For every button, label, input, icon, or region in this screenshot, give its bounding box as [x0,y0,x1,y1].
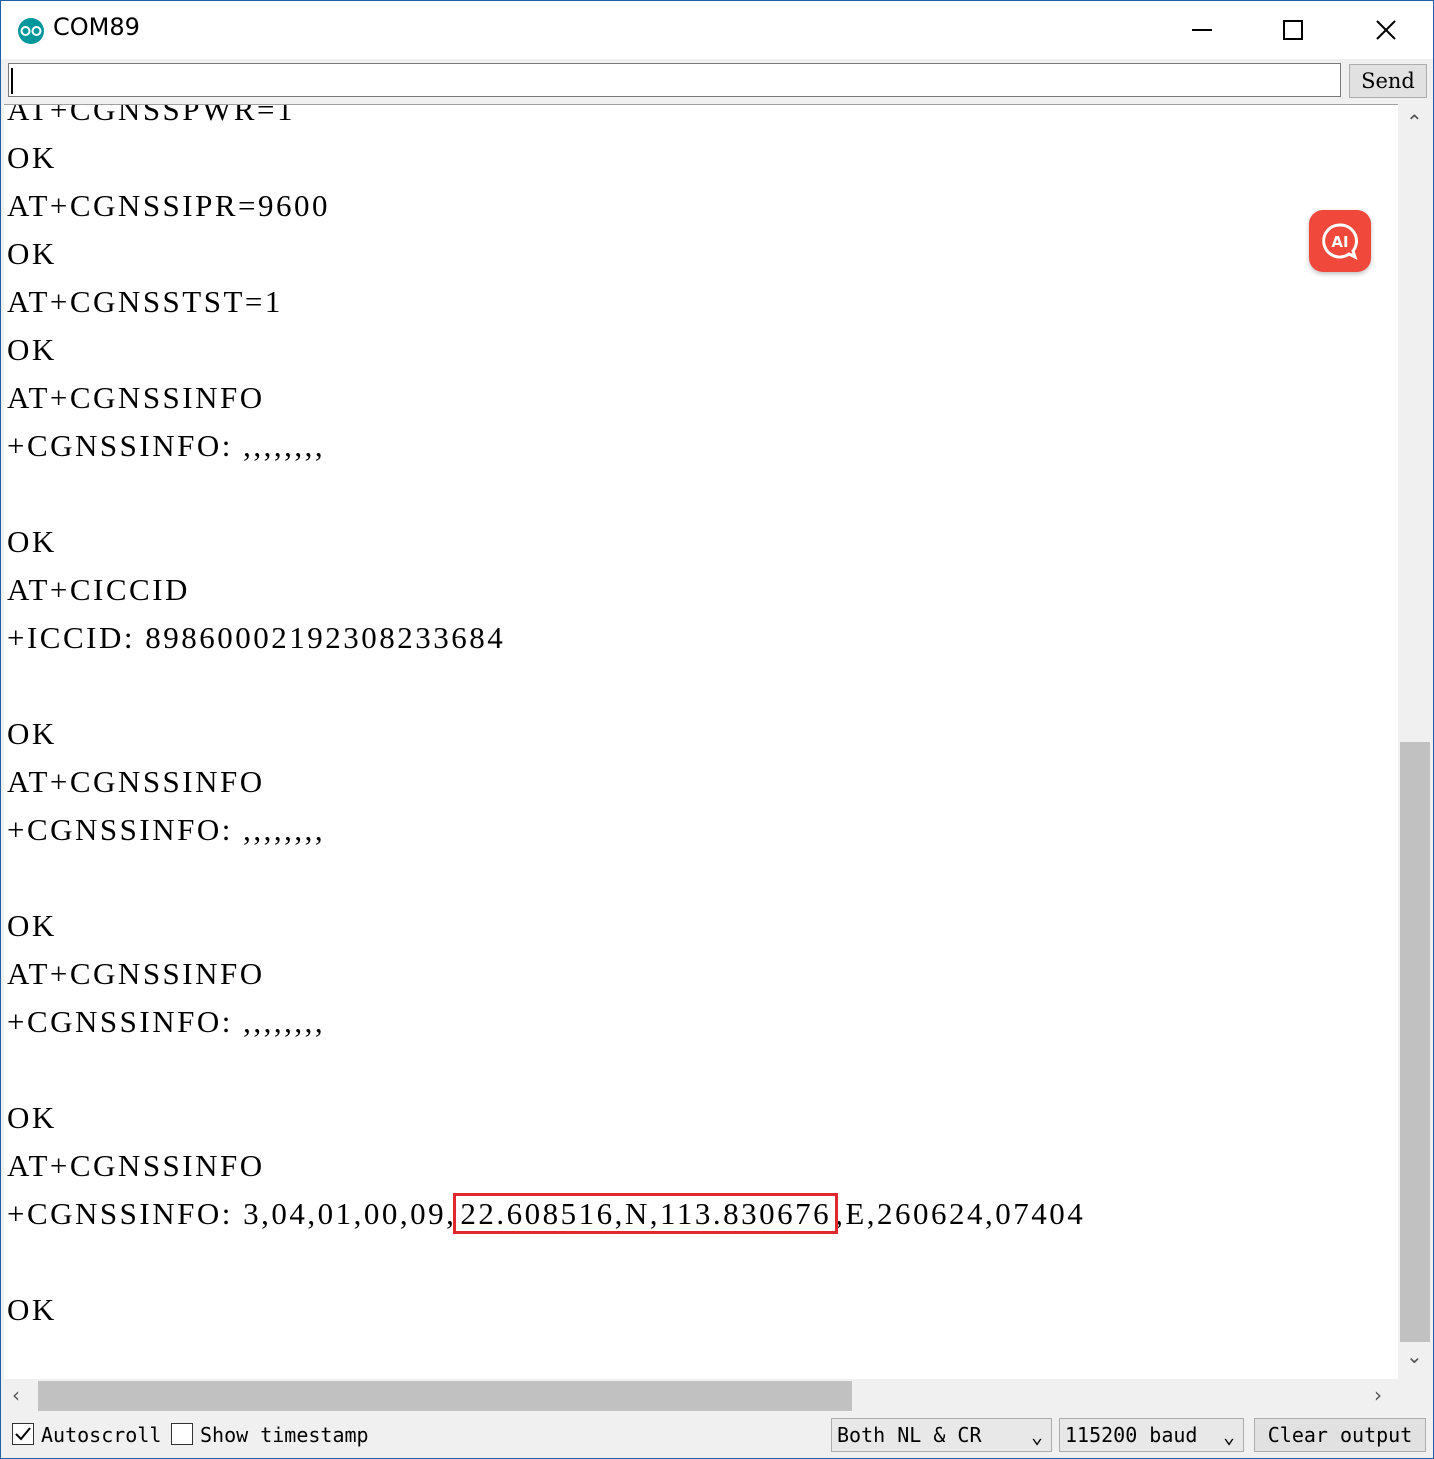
baud-rate-value: 115200 baud [1065,1423,1198,1447]
status-bar: Autoscroll Show timestamp Both NL & CR ⌄… [1,1413,1433,1458]
minimize-icon [1192,29,1212,31]
output-line: OK [7,716,57,751]
close-button[interactable] [1340,1,1432,59]
vertical-scrollbar[interactable]: ⌃ ⌄ [1398,104,1432,1379]
fix-line-prefix: +CGNSSINFO: 3,04,01,00,09, [7,1196,457,1231]
title-bar: COM89 [1,1,1433,59]
coordinates-highlight: 22.608516,N,113.830676 [453,1193,839,1234]
output-line: +CGNSSINFO: ,,,,,,,, [7,1004,326,1039]
output-line: OK [7,1100,57,1135]
output-line: OK [7,524,57,559]
chevron-left-icon[interactable]: ‹ [12,1383,20,1407]
output-line: AT+CGNSSIPR=9600 [7,188,331,223]
gnss-fix-line: +CGNSSINFO: 3,04,01,00,09, 22.608516,N,11… [7,1190,1085,1238]
output-lines: AT+CGNSSPWR=1 OK AT+CGNSSIPR=9600 OK AT+… [7,104,1085,1334]
serial-output[interactable]: AT+CGNSSPWR=1 OK AT+CGNSSIPR=9600 OK AT+… [4,104,1398,1380]
clear-output-button[interactable]: Clear output [1254,1418,1426,1452]
text-caret [11,68,13,94]
output-line: +CGNSSINFO: ,,,,,,,, [7,812,326,847]
arduino-logo-icon [18,18,44,44]
horizontal-scrollbar[interactable]: ‹ › [4,1379,1398,1413]
line-ending-value: Both NL & CR [837,1423,982,1447]
ai-assistant-icon: AI [1322,223,1358,260]
chevron-up-icon[interactable]: ⌃ [1406,110,1423,134]
show-timestamp-checkbox[interactable] [171,1423,193,1445]
chevron-right-icon[interactable]: › [1374,1383,1382,1407]
close-icon [1376,20,1396,40]
output-line: OK [7,236,57,271]
autoscroll-label: Autoscroll [41,1423,162,1447]
fix-line-suffix: ,E,260624,07404 [835,1196,1086,1231]
send-button[interactable]: Send [1349,64,1427,98]
horizontal-scroll-thumb[interactable] [38,1381,852,1411]
check-icon [15,1427,31,1441]
output-line: OK [7,140,57,175]
output-line: AT+CICCID [7,572,190,607]
output-line: OK [7,1292,57,1327]
output-line: AT+CGNSSINFO [7,764,265,799]
output-line: AT+CGNSSTST=1 [7,284,283,319]
baud-rate-select[interactable]: 115200 baud ⌄ [1059,1418,1244,1452]
serial-send-input[interactable] [8,63,1341,97]
output-line: AT+CGNSSINFO [7,1148,265,1183]
ai-assistant-button[interactable]: AI [1309,210,1371,272]
output-line: AT+CGNSSINFO [7,956,265,991]
window-title: COM89 [53,13,140,41]
autoscroll-checkbox[interactable] [12,1423,34,1445]
maximize-button[interactable] [1247,1,1339,59]
chevron-down-icon: ⌄ [1222,1424,1235,1448]
chevron-down-icon[interactable]: ⌄ [1406,1344,1423,1368]
line-ending-select[interactable]: Both NL & CR ⌄ [831,1418,1052,1452]
serial-monitor-window: COM89 Send AT+CGNSSPWR=1 OK AT+CGNSSIPR=… [0,0,1434,1459]
output-line: AT+CGNSSINFO [7,380,265,415]
maximize-icon [1283,20,1303,40]
output-line: OK [7,908,57,943]
chevron-down-icon: ⌄ [1030,1424,1043,1448]
show-timestamp-label: Show timestamp [200,1423,369,1447]
output-line: +CGNSSINFO: ,,,,,,,, [7,428,326,463]
svg-text:AI: AI [1331,233,1348,251]
output-line: OK [7,332,57,367]
minimize-button[interactable] [1156,1,1248,59]
output-line: +ICCID: 89860002192308233684 [7,620,506,655]
vertical-scroll-thumb[interactable] [1400,742,1430,1342]
output-line: AT+CGNSSPWR=1 [7,104,295,127]
